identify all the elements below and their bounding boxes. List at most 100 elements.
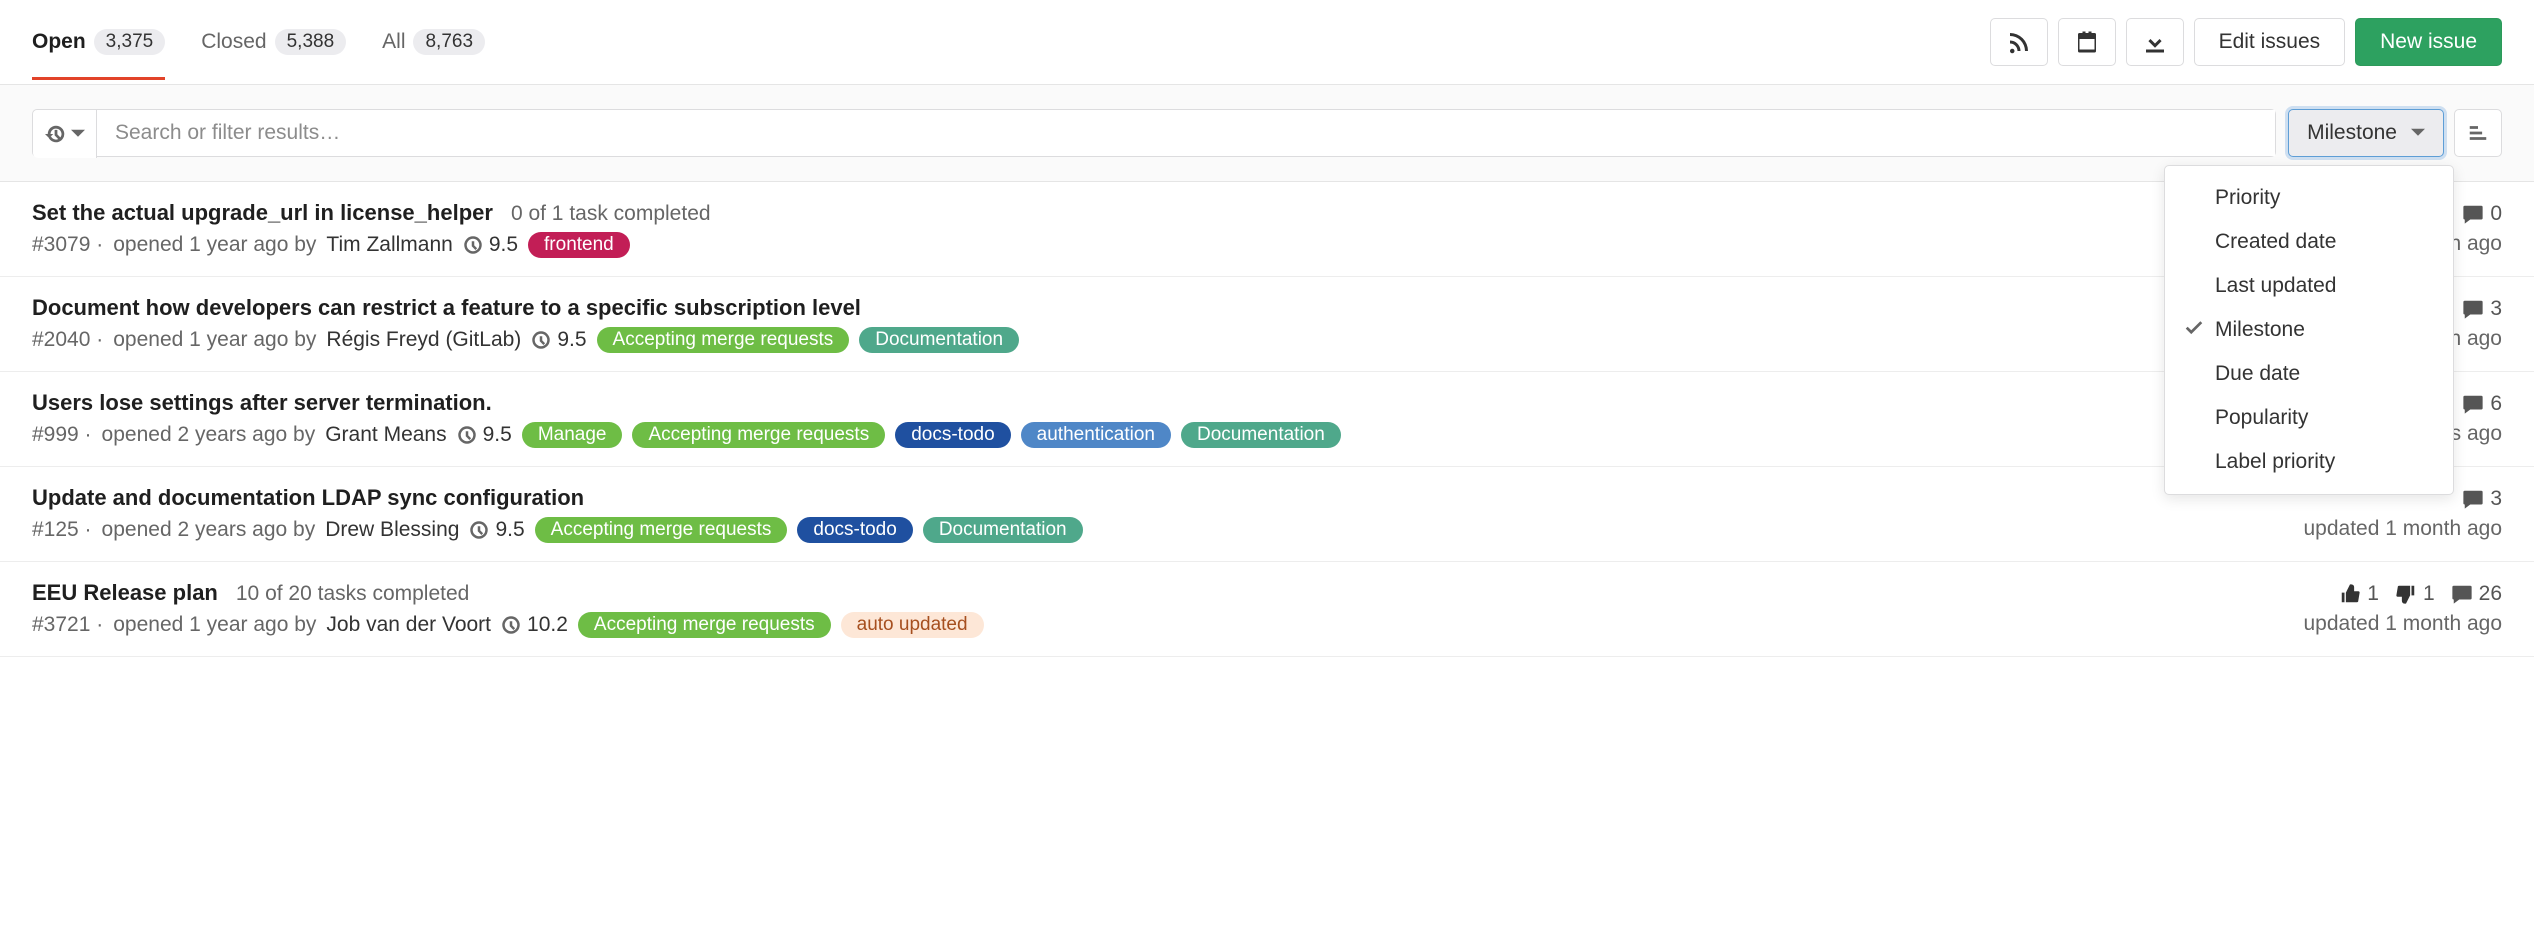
issue-left: Update and documentation LDAP sync confi… [32,485,2304,543]
comments-count[interactable]: 6 [2462,392,2502,416]
issue-reactions: 3 [2462,487,2502,511]
issue-milestone[interactable]: 9.5 [457,423,512,447]
tab-all-count: 8,763 [413,29,485,55]
issue-reactions: 6 [2462,392,2502,416]
issue-meta: #2040 ·opened 1 year ago byRégis Freyd (… [32,327,2449,353]
issue-milestone[interactable]: 10.2 [501,613,568,637]
search-input[interactable] [97,110,2275,156]
label-accepting[interactable]: Accepting merge requests [578,612,831,638]
issue-title-link[interactable]: Set the actual upgrade_url in license_he… [32,200,493,226]
issue-title-link[interactable]: EEU Release plan [32,580,218,606]
issue-author[interactable]: Régis Freyd (GitLab) [326,328,521,352]
sort-option-labelpriority[interactable]: Label priority [2165,440,2453,484]
issue-title-link[interactable]: Users lose settings after server termina… [32,390,492,416]
issue-meta: #999 ·opened 2 years ago byGrant Means9.… [32,422,2451,448]
sort-current-label: Milestone [2307,121,2397,145]
recent-searches-button[interactable] [33,110,97,158]
sort-option-label: Created date [2215,230,2336,254]
chevron-down-icon [2411,126,2425,140]
thumbs-up[interactable]: 1 [2339,582,2379,606]
edit-issues-button[interactable]: Edit issues [2194,18,2346,66]
calendar-button[interactable] [2058,18,2116,66]
tab-all[interactable]: All 8,763 [382,5,485,80]
issue-left: Set the actual upgrade_url in license_he… [32,200,2449,258]
rss-button[interactable] [1990,18,2048,66]
label-accepting[interactable]: Accepting merge requests [632,422,885,448]
label-auto_updated[interactable]: auto updated [841,612,984,638]
header-actions: Edit issues New issue [1990,0,2502,84]
tab-open-count: 3,375 [94,29,166,55]
sort-wrap: Milestone Priority Created date Last upd… [2288,109,2502,157]
issue-milestone[interactable]: 9.5 [531,328,586,352]
issue-ref: #3079 · [32,233,103,257]
edit-issues-label: Edit issues [2219,30,2321,54]
issue-updated: h ago [2449,232,2502,256]
tab-closed-label: Closed [201,30,266,54]
comments-count[interactable]: 0 [2462,202,2502,226]
issue-author[interactable]: Job van der Voort [326,613,491,637]
label-frontend[interactable]: frontend [528,232,630,258]
sort-dropdown-button[interactable]: Milestone [2288,109,2444,157]
thumbs-down[interactable]: 1 [2395,582,2435,606]
issue-row: EEU Release plan 10 of 20 tasks completed… [0,562,2534,657]
issue-milestone[interactable]: 9.5 [463,233,518,257]
sort-option-label: Milestone [2215,318,2305,342]
issue-author[interactable]: Drew Blessing [325,518,459,542]
issue-state-tabs: Open 3,375 Closed 5,388 All 8,763 [32,5,485,80]
issue-opened: opened 1 year ago by [113,613,316,637]
issue-milestone[interactable]: 9.5 [469,518,524,542]
label-documentation[interactable]: Documentation [1181,422,1341,448]
issue-right: 3updated 1 month ago [2304,487,2503,541]
comments-count[interactable]: 3 [2462,487,2502,511]
issue-author[interactable]: Grant Means [325,423,446,447]
export-button[interactable] [2126,18,2184,66]
label-docs_todo[interactable]: docs-todo [797,517,912,543]
task-status: 10 of 20 tasks completed [236,582,469,606]
issue-ref: #125 · [32,518,92,542]
issues-list: Set the actual upgrade_url in license_he… [0,182,2534,657]
new-issue-button[interactable]: New issue [2355,18,2502,66]
chevron-down-icon [71,127,85,141]
issue-author[interactable]: Tim Zallmann [326,233,452,257]
issue-reactions: 11 26 [2339,582,2502,606]
issue-row: Document how developers can restrict a f… [0,277,2534,372]
issue-opened: opened 2 years ago by [102,423,316,447]
issue-row: Set the actual upgrade_url in license_he… [0,182,2534,277]
rss-icon [2007,30,2031,54]
tab-closed[interactable]: Closed 5,388 [201,5,346,80]
issue-row: Users lose settings after server termina… [0,372,2534,467]
tabs-row: Open 3,375 Closed 5,388 All 8,763 [0,0,2534,85]
download-icon [2143,30,2167,54]
sort-option-milestone[interactable]: Milestone [2165,308,2453,352]
label-accepting[interactable]: Accepting merge requests [535,517,788,543]
sort-direction-button[interactable] [2454,109,2502,157]
label-accepting[interactable]: Accepting merge requests [597,327,850,353]
label-manage[interactable]: Manage [522,422,623,448]
label-docs_todo[interactable]: docs-todo [895,422,1010,448]
issue-title-link[interactable]: Update and documentation LDAP sync confi… [32,485,584,511]
issue-opened: opened 1 year ago by [113,233,316,257]
new-issue-label: New issue [2380,30,2477,54]
sort-option-priority[interactable]: Priority [2165,176,2453,220]
label-documentation[interactable]: Documentation [923,517,1083,543]
sort-option-label: Label priority [2215,450,2335,474]
history-icon [45,123,67,145]
sort-option-updated[interactable]: Last updated [2165,264,2453,308]
issue-right: 6s ago [2451,392,2502,446]
tab-open-label: Open [32,30,86,54]
sort-option-created[interactable]: Created date [2165,220,2453,264]
issue-ref: #3721 · [32,613,103,637]
issue-row: Update and documentation LDAP sync confi… [0,467,2534,562]
issue-title-link[interactable]: Document how developers can restrict a f… [32,295,861,321]
tab-open[interactable]: Open 3,375 [32,5,165,80]
label-documentation[interactable]: Documentation [859,327,1019,353]
issue-left: Document how developers can restrict a f… [32,295,2449,353]
comments-count[interactable]: 26 [2451,582,2502,606]
issue-reactions: 0 [2462,202,2502,226]
sort-dropdown-menu: Priority Created date Last updated Miles… [2164,165,2454,495]
issue-reactions: 3 [2462,297,2502,321]
sort-option-duedate[interactable]: Due date [2165,352,2453,396]
comments-count[interactable]: 3 [2462,297,2502,321]
sort-option-popularity[interactable]: Popularity [2165,396,2453,440]
label-authentication[interactable]: authentication [1021,422,1171,448]
